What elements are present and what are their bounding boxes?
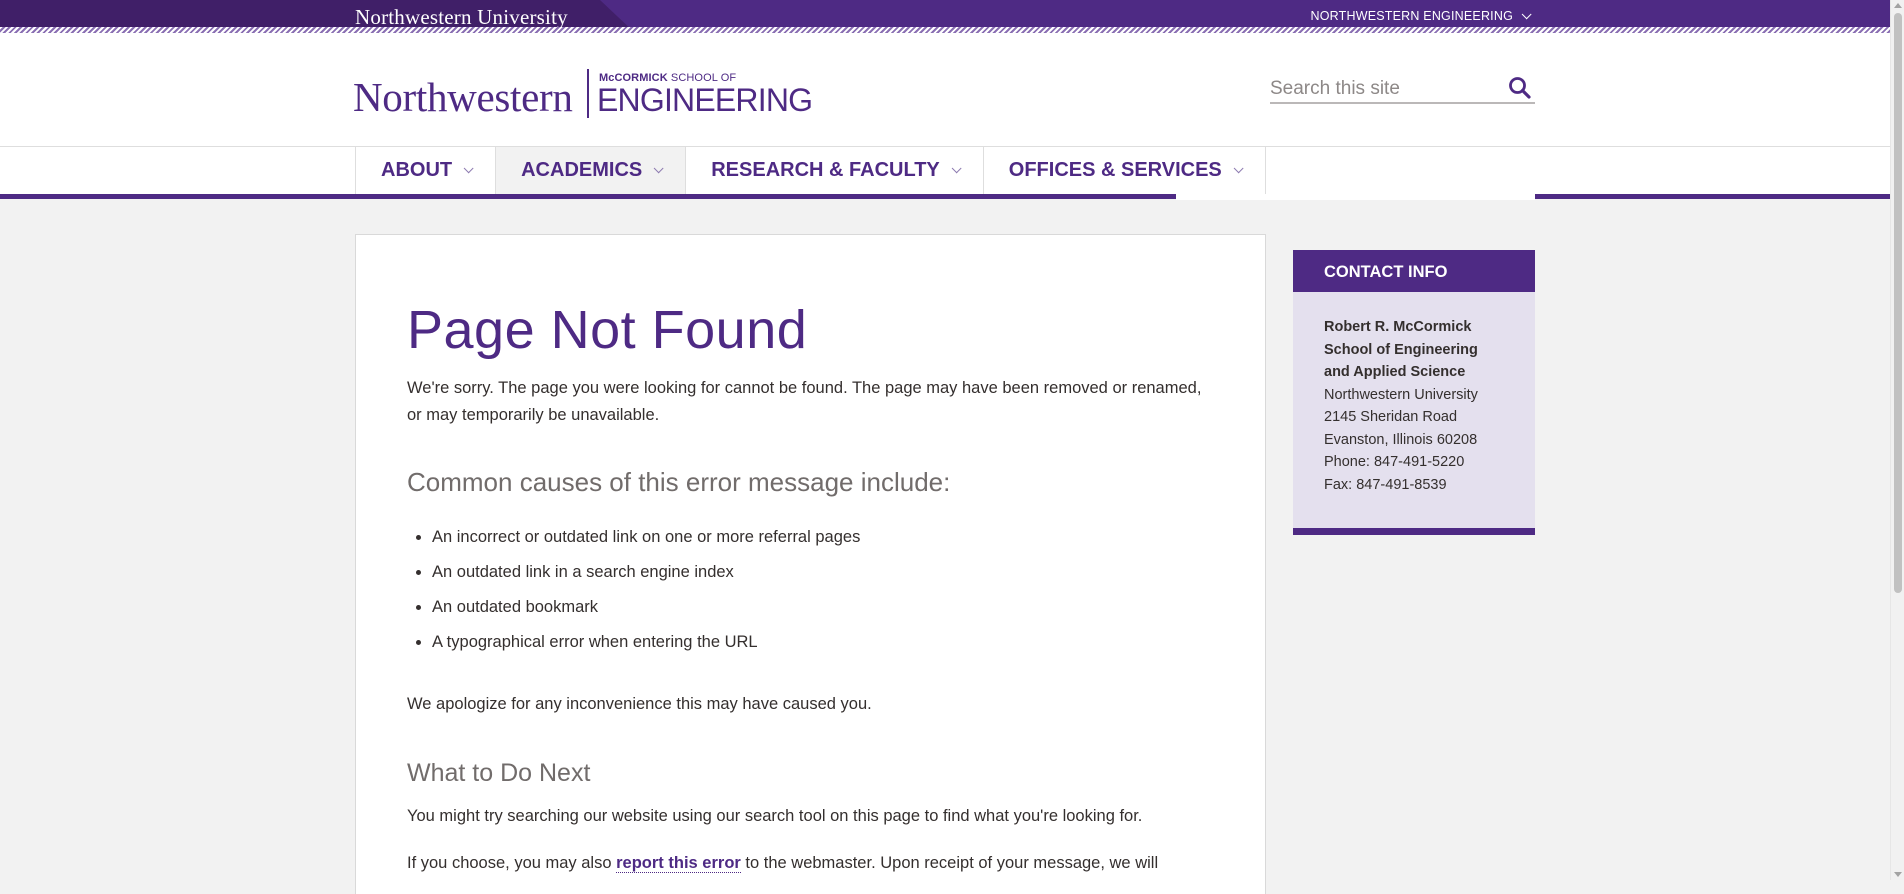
contact-info-body: Robert R. McCormick School of Engineerin… bbox=[1293, 292, 1535, 496]
site-header: Northwestern McCORMICK SCHOOL OF ENGINEE… bbox=[0, 33, 1890, 146]
nav-item-label: ACADEMICS bbox=[521, 159, 643, 181]
scroll-up-arrow-icon[interactable] bbox=[1894, 3, 1902, 8]
contact-info-box: CONTACT INFO Robert R. McCormick School … bbox=[1293, 250, 1535, 535]
page-title: Page Not Found bbox=[407, 300, 808, 360]
report-suffix: to the webmaster. Upon receipt of your m… bbox=[740, 854, 1159, 872]
nav-item-offices-services[interactable]: OFFICES & SERVICES bbox=[982, 147, 1266, 194]
scrollbar-thumb[interactable] bbox=[1894, 13, 1902, 593]
util-link-label: NORTHWESTERN ENGINEERING bbox=[1310, 9, 1513, 23]
next-steps-heading: What to Do Next bbox=[407, 759, 591, 787]
nav-item-about[interactable]: ABOUT bbox=[355, 147, 496, 194]
report-error-link[interactable]: report this error bbox=[616, 854, 741, 873]
logo-northwestern[interactable]: Northwestern bbox=[353, 73, 573, 121]
chevron-down-icon bbox=[951, 163, 962, 174]
chevron-down-icon bbox=[1521, 9, 1532, 20]
causes-list: An incorrect or outdated link on one or … bbox=[407, 528, 860, 668]
contact-line: Evanston, Illinois 60208 bbox=[1324, 431, 1478, 448]
list-item: An outdated link in a search engine inde… bbox=[432, 563, 860, 598]
main-content: Page Not Found We're sorry. The page you… bbox=[355, 234, 1266, 894]
search-suggestion-text: You might try searching our website usin… bbox=[407, 807, 1143, 825]
list-item: A typographical error when entering the … bbox=[432, 633, 860, 668]
nav-item-label: RESEARCH & FACULTY bbox=[711, 159, 940, 181]
report-text: If you choose, you may also report this … bbox=[407, 854, 1158, 873]
apology-text: We apologize for any inconvenience this … bbox=[407, 695, 872, 713]
contact-org-name: Robert R. McCormick School of Engineerin… bbox=[1324, 319, 1478, 380]
university-wordmark-link[interactable]: Northwestern University bbox=[355, 5, 568, 30]
chevron-down-icon bbox=[653, 163, 664, 174]
list-item: An outdated bookmark bbox=[432, 598, 860, 633]
nav-item-research-faculty[interactable]: RESEARCH & FACULTY bbox=[685, 147, 983, 194]
contact-fax: Fax: 847-491-8539 bbox=[1324, 476, 1447, 493]
search-input[interactable] bbox=[1270, 75, 1500, 102]
chevron-down-icon bbox=[1233, 163, 1244, 174]
nav-item-academics[interactable]: ACADEMICS bbox=[495, 147, 686, 194]
causes-heading: Common causes of this error message incl… bbox=[407, 467, 951, 497]
main-nav: ABOUT ACADEMICS RESEARCH & FACULTY OFFIC… bbox=[0, 146, 1890, 200]
nav-item-label: OFFICES & SERVICES bbox=[1008, 159, 1222, 181]
northwestern-engineering-menu[interactable]: NORTHWESTERN ENGINEERING bbox=[1310, 9, 1532, 23]
list-item: An incorrect or outdated link on one or … bbox=[432, 528, 860, 563]
report-prefix: If you choose, you may also bbox=[407, 854, 617, 872]
utility-bar: Northwestern University NORTHWESTERN ENG… bbox=[0, 0, 1890, 33]
contact-line: Northwestern University bbox=[1324, 386, 1478, 403]
logo-engineering[interactable]: ENGINEERING bbox=[597, 82, 813, 119]
vertical-scrollbar[interactable] bbox=[1890, 0, 1904, 880]
nav-item-label: ABOUT bbox=[381, 159, 453, 181]
site-search bbox=[1270, 75, 1535, 104]
chevron-down-icon bbox=[463, 163, 474, 174]
search-icon[interactable] bbox=[1507, 75, 1533, 101]
contact-line: 2145 Sheridan Road bbox=[1324, 409, 1458, 425]
contact-info-heading: CONTACT INFO bbox=[1293, 250, 1535, 292]
contact-phone: Phone: 847-491-5220 bbox=[1324, 454, 1465, 470]
scroll-down-arrow-icon[interactable] bbox=[1894, 872, 1902, 877]
intro-text: We're sorry. The page you were looking f… bbox=[407, 379, 1202, 424]
logo-divider bbox=[587, 69, 589, 118]
main-nav-list: ABOUT ACADEMICS RESEARCH & FACULTY OFFIC… bbox=[355, 147, 1266, 200]
